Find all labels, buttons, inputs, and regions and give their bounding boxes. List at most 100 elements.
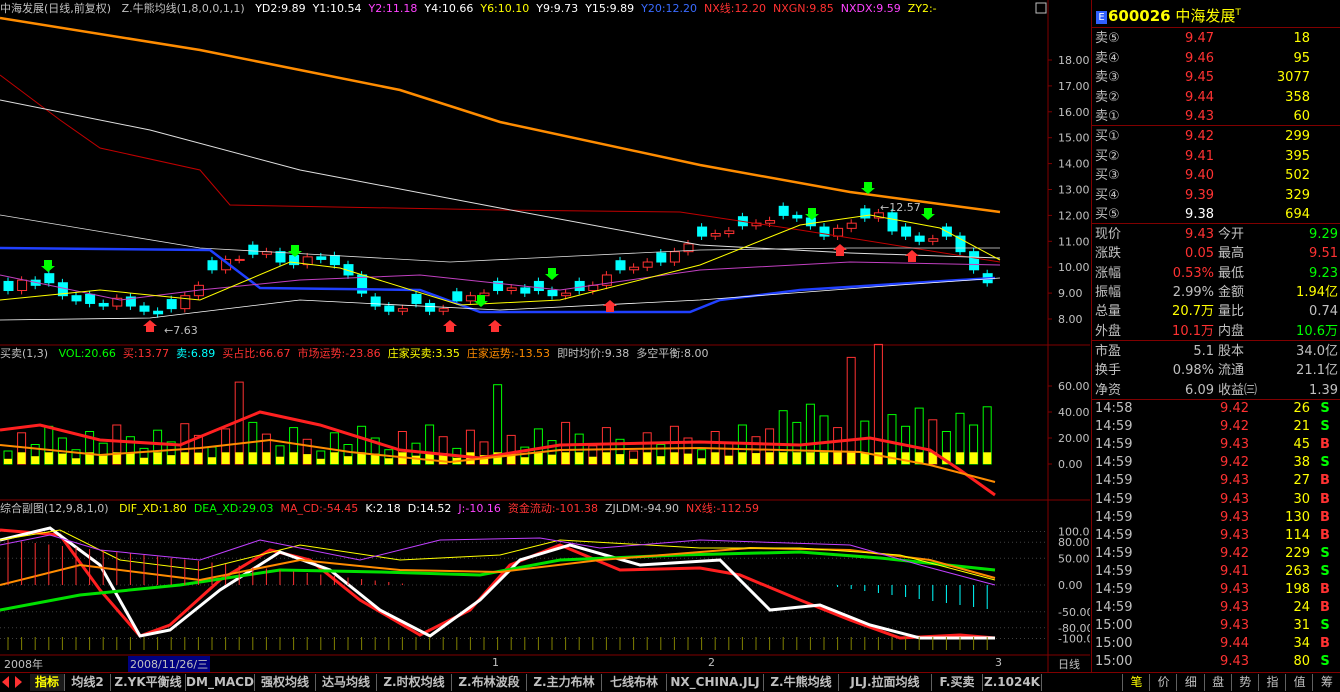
tick-volume: 34 xyxy=(1293,636,1310,652)
indicator-tab[interactable]: 达马均线 xyxy=(316,674,377,691)
tick-volume: 24 xyxy=(1293,600,1310,616)
stat-value: 1.94亿 xyxy=(1296,284,1338,300)
volume-bar-yellow xyxy=(738,452,747,464)
candle-body xyxy=(329,255,340,266)
stat-value: 2.99% xyxy=(1172,284,1214,300)
volume-group xyxy=(3,343,992,465)
volume-bar-yellow xyxy=(4,458,12,464)
volume-bar-yellow xyxy=(643,452,652,464)
stat-row: 总量 20.7万 量比 0.74 xyxy=(1092,302,1340,321)
order-price: 9.46 xyxy=(1185,50,1214,66)
indicator-tab[interactable]: 均线2 xyxy=(65,674,111,691)
tick-row[interactable]: 15:00 9.43 31 S xyxy=(1092,617,1340,635)
bid-row[interactable]: 买③ 9.40 502 xyxy=(1092,166,1340,185)
tick-row[interactable]: 14:58 9.42 26 S xyxy=(1092,400,1340,418)
tick-row[interactable]: 14:59 9.43 24 B xyxy=(1092,599,1340,617)
tick-row[interactable]: 14:59 9.43 114 B xyxy=(1092,527,1340,545)
tick-volume: 263 xyxy=(1285,563,1310,579)
stat-value: 0.05 xyxy=(1185,246,1214,262)
tick-row[interactable]: 15:00 9.44 34 B xyxy=(1092,635,1340,653)
price-axis-label: 16.00 xyxy=(1058,106,1090,119)
candle-body xyxy=(85,293,96,304)
panel-tab[interactable]: 细 xyxy=(1176,674,1204,691)
tick-row[interactable]: 14:59 9.43 130 B xyxy=(1092,509,1340,527)
bid-row[interactable]: 买⑤ 9.38 694 xyxy=(1092,205,1340,224)
ask-row[interactable]: 卖⑤ 9.47 18 xyxy=(1092,29,1340,48)
kline-chart-svg[interactable]: 18.0017.0016.0015.0014.0013.0012.0011.00… xyxy=(0,0,1100,672)
period-label[interactable]: 日线 xyxy=(1058,656,1080,672)
indicator-tab[interactable]: 强权均线 xyxy=(255,674,316,691)
indicator-value: 买占比:66.67 xyxy=(222,347,291,360)
tick-row[interactable]: 14:59 9.42 229 S xyxy=(1092,545,1340,563)
candle-body xyxy=(465,295,476,302)
indicator-tab[interactable]: F.买卖 xyxy=(932,674,983,691)
ask-row[interactable]: 卖① 9.43 60 xyxy=(1092,107,1340,126)
tick-row[interactable]: 15:00 9.43 80 S xyxy=(1092,653,1340,671)
main-indicator-values: YD2:9.89 Y1:10.54 Y2:11.18 Y4:10.66 Y6:10.10… xyxy=(255,2,943,15)
indicator-value: NXDX:9.59 xyxy=(840,2,901,15)
main-indicator-name[interactable]: Z.牛熊均线(1,8,0,0,1,1) xyxy=(122,2,245,15)
panel-tab[interactable]: 盘 xyxy=(1203,674,1232,691)
stat-label: 振幅 xyxy=(1095,284,1122,300)
tick-row[interactable]: 14:59 9.43 45 B xyxy=(1092,436,1340,454)
month-tick-2: 2 xyxy=(708,656,715,669)
panel-tab[interactable]: 势 xyxy=(1230,674,1259,691)
sub-axis-label: -100.00 xyxy=(1058,633,1090,646)
price-axis-label: 13.00 xyxy=(1058,184,1090,197)
tick-side: S xyxy=(1320,455,1330,471)
bid-row[interactable]: 买② 9.41 395 xyxy=(1092,147,1340,166)
panel-tab[interactable]: 筹 xyxy=(1312,674,1340,691)
indicator-tab[interactable]: JLJ.拉面均线 xyxy=(839,674,932,691)
order-volume: 299 xyxy=(1285,129,1310,144)
order-level-label: 卖② xyxy=(1095,89,1120,105)
indicator-tab[interactable]: Z.布林波段 xyxy=(452,674,527,691)
candle-body xyxy=(397,308,408,312)
bid-row[interactable]: 买① 9.42 299 xyxy=(1092,127,1340,146)
indicator-value: 买:13.77 xyxy=(122,347,170,360)
indicator-tab[interactable]: 七线布林 xyxy=(602,674,667,691)
order-volume: 694 xyxy=(1285,207,1310,222)
candle-body xyxy=(234,258,245,261)
indicator-tab[interactable]: DM_MACD xyxy=(186,674,255,691)
bid-row[interactable]: 买④ 9.39 329 xyxy=(1092,186,1340,205)
indicator-tab[interactable]: Z.牛熊均线 xyxy=(764,674,839,691)
indicator-value: 多空平衡:8.00 xyxy=(636,347,709,360)
ask-row[interactable]: 卖② 9.44 358 xyxy=(1092,88,1340,107)
volume-bar-yellow xyxy=(711,452,720,464)
indicator-tab[interactable]: Z.YK平衡线 xyxy=(111,674,186,691)
candle-body xyxy=(805,217,816,227)
vol-title[interactable]: 买卖(1,3) xyxy=(0,347,48,360)
volume-bar-yellow xyxy=(602,452,611,464)
month-tick-3: 3 xyxy=(995,656,1002,669)
sub-chart-header: 综合副图(12,9,8,1,0) DIF_XD:1.80 DEA_XD:29.03… xyxy=(0,501,773,516)
sub-title[interactable]: 综合副图(12,9,8,1,0) xyxy=(0,502,109,515)
chart-area[interactable]: 18.00 17.00 16.00 15.00 14.00 13.00 12.00 11.00… xyxy=(0,0,1100,672)
tick-row[interactable]: 14:59 9.42 38 S xyxy=(1092,454,1340,472)
panel-tab[interactable]: 笔 xyxy=(1122,674,1150,691)
indicator-tab[interactable]: Z.1024K xyxy=(983,674,1042,691)
tick-row[interactable]: 14:59 9.42 21 S xyxy=(1092,418,1340,436)
order-volume: 95 xyxy=(1293,50,1310,66)
candle-body xyxy=(887,212,898,232)
tick-side: B xyxy=(1320,527,1330,543)
panel-tab[interactable]: 价 xyxy=(1149,674,1177,691)
tick-price: 9.43 xyxy=(1220,527,1249,543)
tick-row[interactable]: 14:59 9.43 27 B xyxy=(1092,472,1340,490)
candle-body xyxy=(44,273,55,284)
indicator-tab[interactable]: Z.主力布林 xyxy=(527,674,602,691)
indicator-tab[interactable]: Z.时权均线 xyxy=(377,674,452,691)
ask-row[interactable]: 卖④ 9.46 95 xyxy=(1092,49,1340,68)
next-arrow-icon[interactable] xyxy=(15,676,22,688)
candle-body xyxy=(656,252,667,263)
tick-row[interactable]: 14:59 9.43 198 B xyxy=(1092,581,1340,599)
indicator-tab[interactable]: 指标 xyxy=(30,674,65,691)
indicator-tab[interactable]: NX_CHINA.JLJ xyxy=(667,674,764,691)
prev-arrow-icon[interactable] xyxy=(2,676,9,688)
panel-tab[interactable]: 值 xyxy=(1285,674,1313,691)
tick-row[interactable]: 14:59 9.41 263 S xyxy=(1092,563,1340,581)
sell-signal-arrow xyxy=(474,295,488,307)
ask-row[interactable]: 卖③ 9.45 3077 xyxy=(1092,68,1340,87)
panel-tab[interactable]: 指 xyxy=(1258,674,1286,691)
sub-axis-label: 0.00 xyxy=(1058,579,1083,592)
tick-row[interactable]: 14:59 9.43 30 B xyxy=(1092,491,1340,509)
